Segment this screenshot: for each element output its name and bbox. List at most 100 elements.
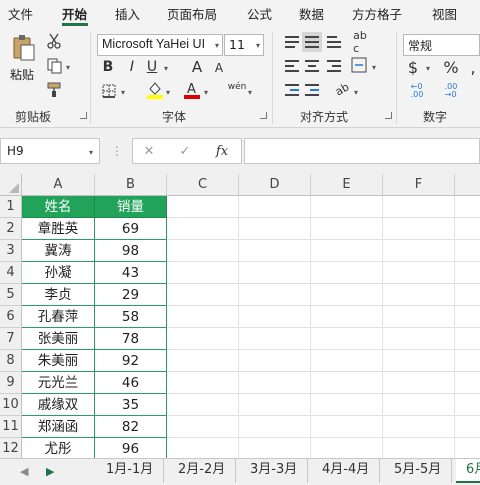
scroll-right-icon[interactable]: ▶ [46,465,54,478]
tab-home[interactable]: 开始 [62,4,87,23]
empty-cell[interactable] [311,262,383,284]
number-format-select[interactable]: 常规 [403,34,480,56]
sales-cell[interactable]: 78 [95,328,167,350]
row-header[interactable]: 1 [0,196,22,218]
row-header[interactable]: 8 [0,350,22,372]
tab-fangfang[interactable]: 方方格子 [352,4,402,23]
phonetic-button[interactable]: wén [228,80,247,94]
empty-cell[interactable] [383,416,455,438]
empty-cell[interactable] [167,306,239,328]
empty-cell[interactable] [383,240,455,262]
sales-cell[interactable]: 96 [95,438,167,458]
align-left-icon[interactable] [285,60,299,72]
column-header-e[interactable]: E [311,174,383,196]
column-header-g[interactable] [455,174,480,196]
column-header-a[interactable]: A [22,174,95,196]
empty-cell[interactable] [239,306,311,328]
row-header[interactable]: 2 [0,218,22,240]
name-cell[interactable]: 郑涵函 [22,416,95,438]
row-header[interactable]: 4 [0,262,22,284]
header-cell-sales[interactable]: 销量 [95,196,167,218]
currency-dropdown-icon[interactable]: ▾ [426,64,430,73]
clipboard-launcher-icon[interactable] [80,112,87,119]
wrap-text-icon[interactable]: ab c [352,29,368,55]
empty-cell[interactable] [167,196,239,218]
underline-button[interactable]: U [145,58,159,76]
increase-decimal-icon[interactable]: ←0.00 [404,82,430,100]
empty-cell[interactable] [383,328,455,350]
name-cell[interactable]: 元光兰 [22,372,95,394]
align-right-icon[interactable] [327,60,341,72]
empty-cell[interactable] [167,372,239,394]
sheet-tab[interactable]: 3月-3月 [240,459,309,483]
worksheet-grid[interactable]: A B C D E F 1 姓名 销量 2 章胜英 69 3 冀涛 98 4 孙凝 43 5 李贞 29 6 孔… [0,174,480,458]
paste-icon[interactable] [10,34,36,62]
sheet-tab[interactable]: 2月-2月 [168,459,237,483]
sales-cell[interactable]: 29 [95,284,167,306]
empty-cell[interactable] [239,284,311,306]
empty-cell[interactable] [383,218,455,240]
empty-cell[interactable] [455,218,480,240]
name-cell[interactable]: 张美丽 [22,328,95,350]
name-cell[interactable]: 李贞 [22,284,95,306]
tab-page-layout[interactable]: 页面布局 [167,4,217,23]
name-box[interactable]: H9 ▾ [0,138,100,164]
empty-cell[interactable] [311,416,383,438]
decrease-decimal-icon[interactable]: .00 →0 [438,82,464,100]
sheet-tab[interactable]: 4月-4月 [312,459,381,483]
increase-indent-icon[interactable] [305,84,319,96]
empty-cell[interactable] [167,218,239,240]
name-cell[interactable]: 孙凝 [22,262,95,284]
align-center-icon[interactable] [305,60,319,72]
empty-cell[interactable] [383,394,455,416]
empty-cell[interactable] [455,438,480,458]
name-cell[interactable]: 孔春萍 [22,306,95,328]
sales-cell[interactable]: 43 [95,262,167,284]
name-cell[interactable]: 朱美丽 [22,350,95,372]
empty-cell[interactable] [383,284,455,306]
column-header-c[interactable]: C [167,174,239,196]
sales-cell[interactable]: 92 [95,350,167,372]
row-header[interactable]: 12 [0,438,22,458]
empty-cell[interactable] [167,262,239,284]
empty-cell[interactable] [311,218,383,240]
grow-font-button[interactable]: A [190,58,204,76]
row-header[interactable]: 10 [0,394,22,416]
row-header[interactable]: 5 [0,284,22,306]
select-all-button[interactable] [0,174,22,196]
empty-cell[interactable] [383,438,455,458]
empty-cell[interactable] [311,394,383,416]
empty-cell[interactable] [239,240,311,262]
sales-cell[interactable]: 82 [95,416,167,438]
row-header[interactable]: 3 [0,240,22,262]
empty-cell[interactable] [455,350,480,372]
empty-cell[interactable] [383,262,455,284]
empty-cell[interactable] [311,240,383,262]
align-top-icon[interactable] [285,36,299,48]
empty-cell[interactable] [239,262,311,284]
tab-formulas[interactable]: 公式 [247,4,272,23]
empty-cell[interactable] [311,284,383,306]
align-middle-icon[interactable] [305,36,319,48]
empty-cell[interactable] [239,416,311,438]
sheet-tab-active[interactable]: 6月 [456,459,480,483]
column-header-d[interactable]: D [239,174,311,196]
sheet-tab[interactable]: 5月-5月 [384,459,453,483]
decrease-indent-icon[interactable] [285,84,299,96]
sales-cell[interactable]: 46 [95,372,167,394]
font-launcher-icon[interactable] [260,112,267,119]
font-name-select[interactable]: Microsoft YaHei UI ▾ [97,34,223,56]
sales-cell[interactable]: 98 [95,240,167,262]
row-header[interactable]: 6 [0,306,22,328]
sheet-tab[interactable]: 1月-1月 [96,459,165,483]
empty-cell[interactable] [167,416,239,438]
formula-input[interactable] [244,138,480,164]
empty-cell[interactable] [167,240,239,262]
empty-cell[interactable] [311,350,383,372]
fill-color-dropdown-icon[interactable]: ▾ [166,88,170,97]
font-size-select[interactable]: 11 ▾ [224,34,264,56]
row-header[interactable]: 9 [0,372,22,394]
empty-cell[interactable] [167,328,239,350]
empty-cell[interactable] [239,196,311,218]
empty-cell[interactable] [455,262,480,284]
